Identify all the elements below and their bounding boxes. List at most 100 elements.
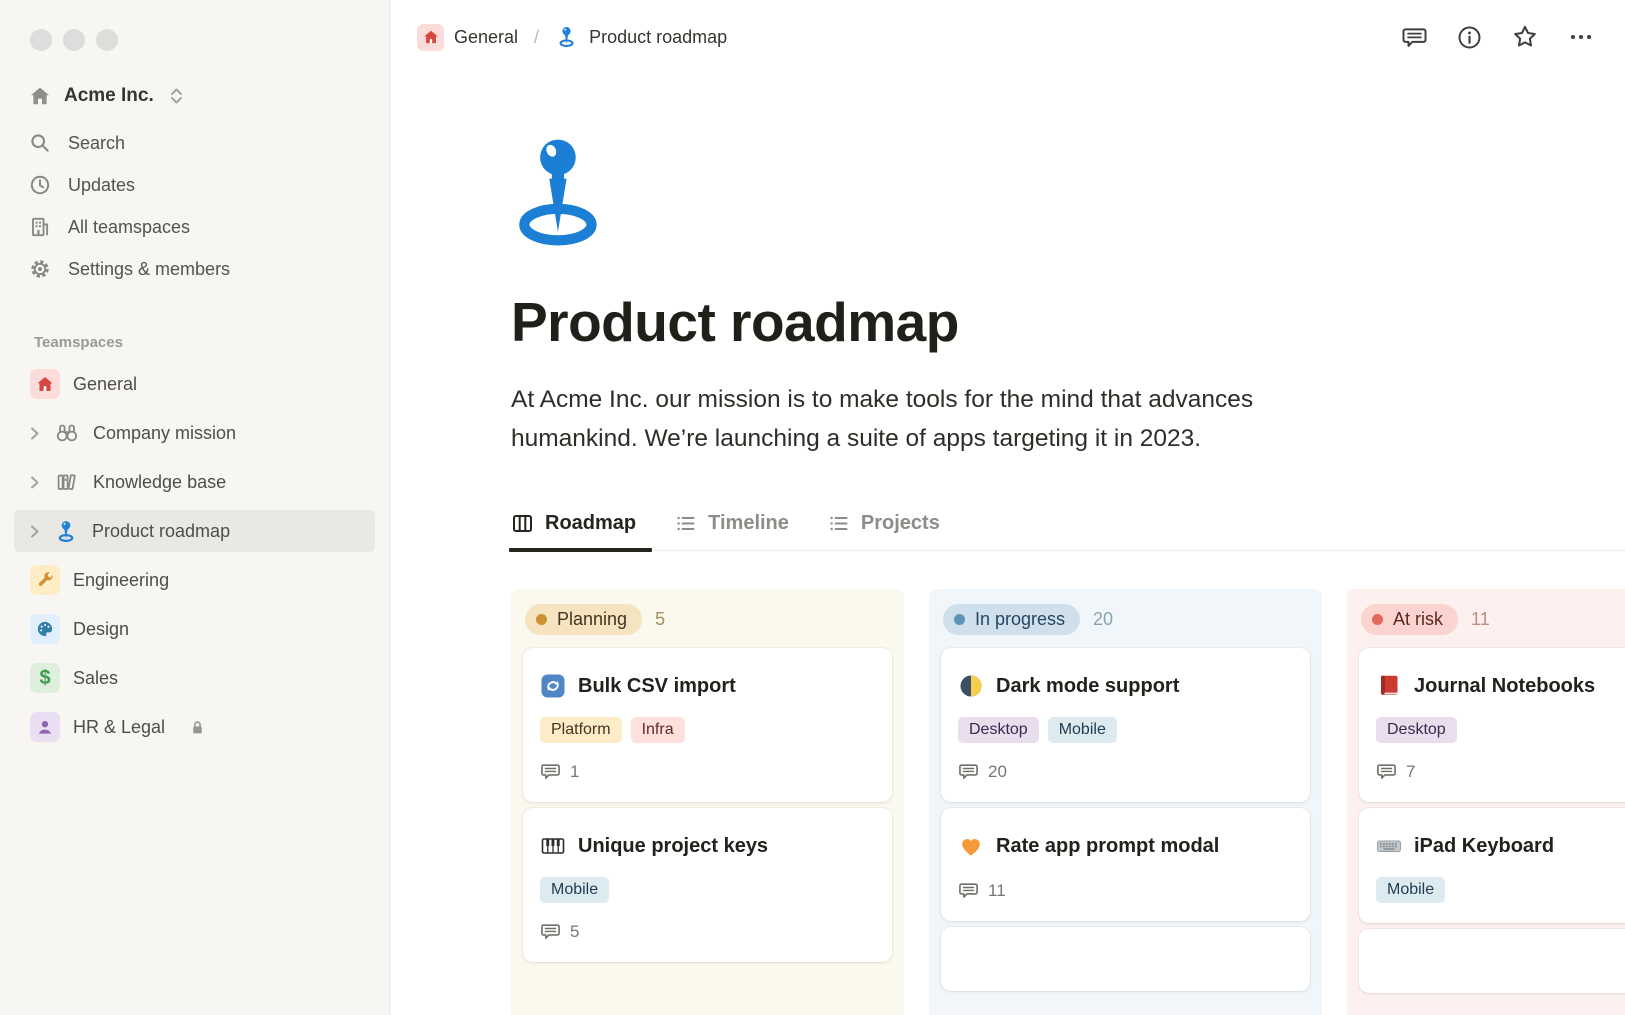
status-label: At risk — [1393, 609, 1444, 630]
teamspaces-section-label: Teamspaces — [34, 334, 123, 351]
card-partial[interactable] — [941, 927, 1310, 992]
column-count: 5 — [655, 609, 666, 630]
status-label: In progress — [975, 609, 1066, 630]
card-title: iPad Keyboard — [1414, 834, 1555, 857]
teamspace-label: Engineering — [73, 569, 170, 590]
column-header[interactable]: Planning 5 — [525, 604, 892, 636]
comment-icon — [1376, 761, 1397, 782]
keyboard-icon — [1376, 833, 1402, 859]
sidebar-item-engineering[interactable]: Engineering — [14, 559, 375, 601]
house-icon — [417, 23, 444, 51]
breadcrumb-item-general[interactable]: General — [413, 20, 522, 55]
teamspace-label: HR & Legal — [73, 716, 166, 737]
breadcrumb-item-product-roadmap[interactable]: Product roadmap — [551, 21, 731, 53]
board-column-at-risk: At risk 11 Journal Notebooks Desktop 7 i… — [1347, 589, 1625, 1015]
tab-projects[interactable]: Projects — [827, 512, 940, 550]
status-badge: Planning — [525, 604, 643, 636]
card-title: Rate app prompt modal — [996, 834, 1220, 857]
kanban-board: Planning 5 Bulk CSV import Platform Infr… — [511, 589, 1625, 1015]
tab-label: Roadmap — [545, 512, 637, 535]
sidebar-item-search[interactable]: Search — [14, 122, 375, 164]
sidebar-item-updates[interactable]: Updates — [14, 164, 375, 206]
tag[interactable]: Desktop — [1376, 717, 1457, 744]
sidebar-item-all-teamspaces[interactable]: All teamspaces — [14, 206, 375, 248]
workspace-switcher[interactable]: Acme Inc. — [18, 78, 375, 114]
column-header[interactable]: At risk 11 — [1361, 604, 1625, 636]
sidebar-item-label: All teamspaces — [68, 216, 191, 237]
sidebar-item-company-mission[interactable]: Company mission — [14, 412, 375, 454]
sidebar-item-sales[interactable]: $ Sales — [14, 657, 375, 699]
tag[interactable]: Mobile — [1047, 717, 1117, 744]
status-dot — [954, 614, 965, 626]
card-rate-app-prompt-modal[interactable]: Rate app prompt modal 11 — [941, 808, 1310, 922]
status-dot — [1372, 614, 1383, 626]
home-icon — [28, 84, 52, 108]
sidebar-item-label: Search — [68, 132, 126, 153]
sidebar-item-general[interactable]: General — [14, 363, 375, 405]
building-icon — [28, 215, 52, 239]
comment-icon — [958, 761, 979, 782]
page-pushpin-icon[interactable] — [511, 136, 1625, 248]
card-journal-notebooks[interactable]: Journal Notebooks Desktop 7 — [1359, 648, 1625, 803]
teamspace-label: Design — [73, 618, 130, 639]
chevron-right-icon[interactable] — [26, 523, 43, 540]
gear-icon — [28, 257, 52, 281]
card-partial[interactable] — [1359, 929, 1625, 994]
palette-icon — [30, 614, 60, 644]
comment-icon[interactable] — [1401, 24, 1428, 51]
more-icon[interactable] — [1567, 23, 1595, 51]
card-dark-mode-support[interactable]: Dark mode support Desktop Mobile 20 — [941, 648, 1310, 803]
orange-heart-icon — [958, 833, 984, 859]
tag[interactable]: Infra — [630, 717, 685, 744]
tag[interactable]: Platform — [540, 717, 622, 744]
books-icon — [54, 469, 80, 495]
comment-icon — [540, 761, 561, 782]
lock-icon — [188, 718, 207, 737]
red-book-icon — [1376, 673, 1402, 699]
sidebar-item-product-roadmap[interactable]: Product roadmap — [14, 510, 375, 552]
info-icon[interactable] — [1456, 24, 1483, 51]
tab-timeline[interactable]: Timeline — [674, 512, 789, 550]
chevron-right-icon[interactable] — [26, 425, 43, 442]
half-moon-icon — [958, 673, 984, 699]
main-area: General / Product roadmap Product roadma… — [391, 0, 1625, 1015]
sync-icon — [540, 673, 566, 699]
window-close-button[interactable] — [30, 29, 52, 51]
comment-count: 1 — [570, 761, 580, 781]
sidebar-item-settings[interactable]: Settings & members — [14, 248, 375, 290]
view-tabs: Roadmap Timeline Projects — [508, 512, 1625, 553]
page-description: At Acme Inc. our mission is to make tool… — [511, 386, 1254, 453]
breadcrumb: General / Product roadmap — [413, 20, 731, 55]
page-content: Product roadmap At Acme Inc. our mission… — [391, 136, 1625, 1015]
teamspace-label: Product roadmap — [92, 520, 231, 541]
window-minimize-button[interactable] — [63, 29, 85, 51]
card-unique-project-keys[interactable]: Unique project keys Mobile 5 — [523, 808, 892, 963]
clock-icon — [28, 173, 52, 197]
chevron-up-down-icon — [168, 86, 185, 106]
card-bulk-csv-import[interactable]: Bulk CSV import Platform Infra 1 — [523, 648, 892, 803]
sidebar-item-label: Updates — [68, 174, 136, 195]
status-label: Planning — [557, 609, 628, 630]
card-title: Bulk CSV import — [578, 674, 736, 697]
sidebar-item-hr-legal[interactable]: HR & Legal — [14, 706, 375, 748]
board-column-planning: Planning 5 Bulk CSV import Platform Infr… — [511, 589, 904, 1015]
star-icon[interactable] — [1511, 23, 1539, 51]
tag[interactable]: Mobile — [1376, 877, 1446, 904]
teamspace-label: General — [73, 373, 138, 394]
breadcrumb-separator: / — [534, 26, 540, 47]
piano-icon — [540, 833, 566, 859]
comment-count: 11 — [988, 880, 1006, 900]
board-column-in-progress: In progress 20 Dark mode support Desktop… — [929, 589, 1322, 1015]
sidebar-item-knowledge-base[interactable]: Knowledge base — [14, 461, 375, 503]
column-count: 20 — [1093, 609, 1114, 630]
card-title: Dark mode support — [996, 674, 1180, 697]
chevron-right-icon[interactable] — [26, 474, 43, 491]
tag[interactable]: Desktop — [958, 717, 1039, 744]
card-ipad-keyboard[interactable]: iPad Keyboard Mobile — [1359, 808, 1625, 924]
window-zoom-button[interactable] — [96, 29, 118, 51]
sidebar-item-design[interactable]: Design — [14, 608, 375, 650]
column-header[interactable]: In progress 20 — [943, 604, 1310, 636]
tag[interactable]: Mobile — [540, 877, 610, 904]
teamspace-label: Company mission — [93, 422, 237, 443]
tab-roadmap[interactable]: Roadmap — [508, 512, 653, 553]
